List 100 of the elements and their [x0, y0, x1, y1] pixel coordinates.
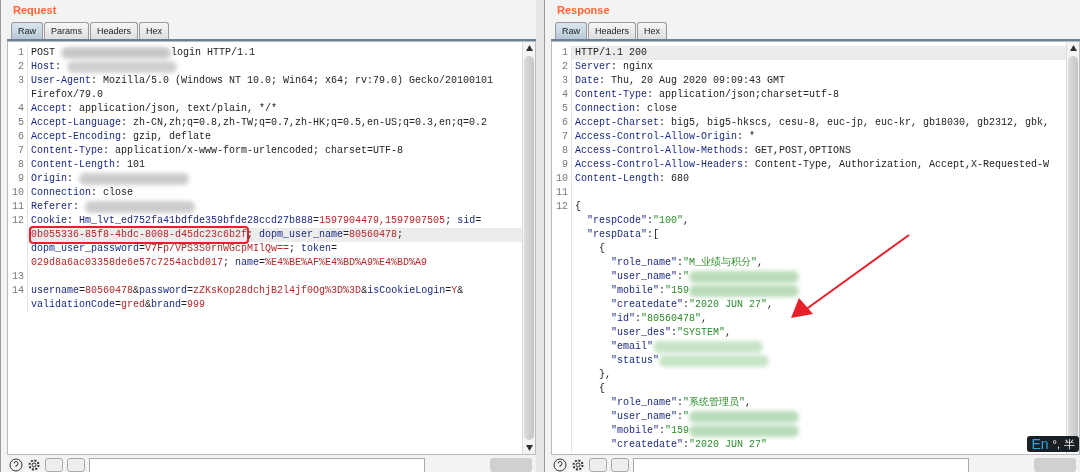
- code-text: =: [475, 214, 482, 228]
- code-text: : Content-Type, Authorization, Accept,X-Requested-W: [743, 158, 1050, 172]
- code-text: : Mozilla/5.0 (Windows NT 10.0; Win64; x64; rv:79.0) Gecko/20100101: [91, 74, 494, 88]
- line-number: 13: [8, 270, 28, 284]
- line-number: 12: [552, 200, 572, 214]
- code-text: : application/json;charset=utf-8: [647, 88, 840, 102]
- code-text: User-Agent: [31, 74, 91, 88]
- line-number: 1: [8, 46, 28, 60]
- code-text: ,: [767, 298, 774, 312]
- code-text: "status": [610, 354, 659, 368]
- settings-icon[interactable]: [571, 458, 585, 472]
- panel-title: Request: [12, 4, 57, 18]
- code-text: Access-Control-Allow-Origin: [575, 130, 738, 144]
- tab[interactable]: Hex: [637, 22, 668, 39]
- panel-title: Response: [556, 4, 610, 18]
- code-text: "respCode": [586, 214, 647, 228]
- code-text: ;: [247, 228, 255, 242]
- settings-icon[interactable]: [27, 458, 41, 472]
- code-text: ;: [289, 242, 297, 256]
- code-text: isCookieLogin: [367, 284, 446, 298]
- code-text: {: [598, 382, 605, 396]
- code-text: =: [331, 242, 338, 256]
- code-text: =: [115, 298, 122, 312]
- scroll-up-icon[interactable]: [1069, 45, 1077, 51]
- line-number: 3: [552, 74, 572, 88]
- code-text: :: [55, 60, 63, 74]
- code-text: :[: [647, 228, 660, 242]
- code-text: sid: [457, 214, 476, 228]
- help-icon[interactable]: [9, 458, 23, 472]
- code-text: &: [457, 284, 464, 298]
- code-text: brand: [151, 298, 182, 312]
- code-text: =: [79, 284, 86, 298]
- scrollbar[interactable]: [1066, 42, 1079, 454]
- code-text: :: [635, 312, 642, 326]
- line-number: 9: [8, 172, 28, 186]
- code-text: :: [677, 396, 684, 410]
- code-text: Content-Length: [575, 172, 659, 186]
- code-text: : GET,POST,OPTIONS: [743, 144, 852, 158]
- code-text: :: [677, 410, 684, 424]
- code-text: "role_name": [610, 256, 678, 270]
- line-number: 6: [8, 130, 28, 144]
- code-text: {: [598, 242, 605, 256]
- code-text: 80560478: [85, 284, 134, 298]
- code-text: "email": [610, 340, 653, 354]
- code-text: : zh-CN,zh;q=0.8,zh-TW;q=0.7,zh-HK;q=0.5,en-US;q=0.3,en;q=0.2: [121, 116, 488, 130]
- code-text: =: [445, 284, 452, 298]
- tab[interactable]: Hex: [139, 22, 170, 39]
- search-field[interactable]: [89, 458, 425, 472]
- code-text: :: [677, 270, 684, 284]
- code-text: &: [361, 284, 368, 298]
- line-number: 11: [8, 200, 28, 214]
- code-text: ,: [757, 256, 764, 270]
- tab[interactable]: Headers: [588, 22, 637, 39]
- code-text: ": [683, 270, 690, 284]
- line-number: 5: [8, 116, 28, 130]
- code-text: =: [187, 284, 194, 298]
- line-number: 4: [552, 88, 572, 102]
- code-text: "100": [653, 214, 684, 228]
- code-text: Accept: [31, 102, 67, 116]
- search-field[interactable]: [633, 458, 969, 472]
- code-text: 029d8a6ac03358de6e57c7254acbd017: [31, 256, 224, 270]
- code-text: :: [67, 172, 75, 186]
- code-text: 80560478: [349, 228, 398, 242]
- code-text: : application/x-www-form-urlencoded; charset=UTF-8: [103, 144, 404, 158]
- code-text: :: [677, 256, 684, 270]
- code-text: "createdate": [610, 298, 684, 312]
- ime-punctuation: °,: [1052, 438, 1060, 450]
- code-text: "系统管理员": [683, 396, 746, 410]
- line-number: 6: [552, 116, 572, 130]
- code-text: ,: [701, 312, 708, 326]
- code-text: "user_name": [610, 270, 678, 284]
- line-number: 9: [552, 158, 572, 172]
- code-text: : big5, big5-hkscs, cesu-8, euc-jp, euc-kr, gb18030, gb2312, gbk,: [659, 116, 1050, 130]
- line-number: 5: [552, 102, 572, 116]
- code-text: Connection: [575, 102, 635, 116]
- tab[interactable]: Raw: [555, 22, 587, 39]
- code-text: ,: [683, 214, 690, 228]
- code-text: username: [31, 284, 79, 298]
- scroll-down-icon[interactable]: [525, 445, 533, 451]
- code-text: "role_name": [610, 396, 678, 410]
- code-text: :: [683, 298, 690, 312]
- line-number: 12: [8, 214, 28, 228]
- code-text: %E4%BE%AF%E4%BD%A9%E4%BD%A9: [265, 256, 428, 270]
- line-number: 10: [552, 172, 572, 186]
- code-text: Content-Type: [31, 144, 103, 158]
- ime-mode: En: [1031, 436, 1049, 452]
- tab[interactable]: Params: [44, 22, 90, 39]
- code-text: validationCode: [31, 298, 115, 312]
- code-text: dopm_user_name: [259, 228, 344, 242]
- code-text: Hm_lvt_ed752fa41bdfde359bfde28ccd27b888: [79, 214, 314, 228]
- tab[interactable]: Raw: [11, 22, 43, 39]
- code-text: Origin: [31, 172, 67, 186]
- scroll-up-icon[interactable]: [525, 45, 533, 51]
- code-text: :: [683, 438, 690, 452]
- code-text: Accept-Language: [31, 116, 121, 130]
- tab[interactable]: Headers: [90, 22, 139, 39]
- help-icon[interactable]: [553, 458, 567, 472]
- code-text: =: [181, 298, 188, 312]
- scrollbar[interactable]: [522, 42, 535, 454]
- code-text: : *: [737, 130, 756, 144]
